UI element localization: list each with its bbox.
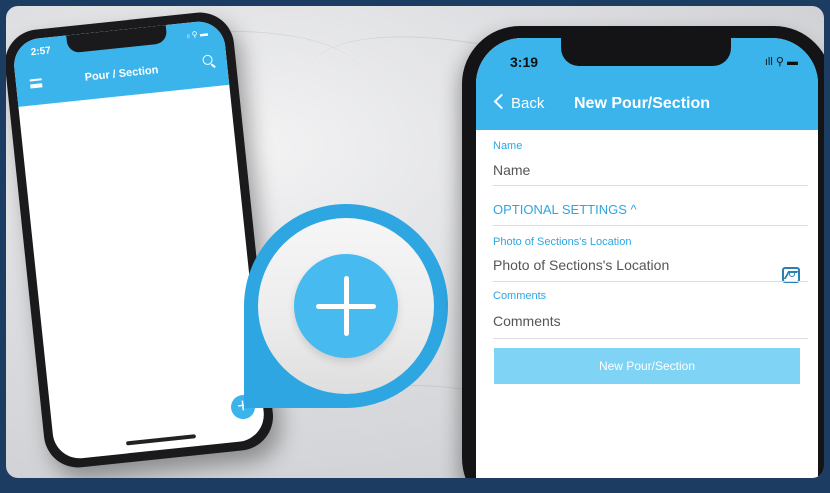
home-indicator bbox=[125, 434, 197, 446]
page-title: Pour / Section bbox=[84, 64, 159, 84]
name-field[interactable]: Name Name bbox=[493, 140, 808, 178]
page-title: New Pour/Section bbox=[574, 95, 711, 112]
status-time: 2:57 bbox=[30, 45, 52, 59]
right-phone: 3:19 ıll ⚲ ▬ Back New Pour/Section Name … bbox=[462, 26, 824, 478]
optional-settings-toggle[interactable]: OPTIONAL SETTINGS ^ bbox=[493, 202, 637, 217]
search-icon[interactable] bbox=[202, 54, 214, 66]
back-label: Back bbox=[511, 95, 545, 112]
new-pour-section-button[interactable]: New Pour/Section bbox=[494, 348, 800, 384]
comments-label: Comments bbox=[493, 290, 547, 302]
photo-label: Photo of Sections's Location bbox=[493, 236, 632, 248]
zoom-callout bbox=[244, 204, 448, 408]
divider bbox=[493, 225, 808, 226]
name-input[interactable]: Name bbox=[493, 162, 808, 178]
status-icons: ᵢₗ ⚲ ▬ bbox=[186, 28, 209, 40]
divider bbox=[493, 338, 808, 339]
status-time: 3:19 bbox=[510, 54, 539, 70]
left-phone: 2:57 ᵢₗ ⚲ ▬ Pour / Section + bbox=[6, 9, 277, 471]
divider bbox=[493, 185, 808, 186]
comments-field[interactable]: Comments Comments bbox=[493, 290, 808, 329]
name-label: Name bbox=[493, 140, 523, 152]
plus-icon bbox=[294, 254, 398, 358]
photo-field[interactable]: Photo of Sections's Location Photo of Se… bbox=[493, 236, 808, 273]
background-frame: 2:57 ᵢₗ ⚲ ▬ Pour / Section + 3:19 ıll ⚲ … bbox=[0, 0, 830, 493]
marble-backdrop: 2:57 ᵢₗ ⚲ ▬ Pour / Section + 3:19 ıll ⚲ … bbox=[6, 6, 824, 478]
right-phone-screen: 3:19 ıll ⚲ ▬ Back New Pour/Section Name … bbox=[476, 38, 818, 478]
status-icons: ıll ⚲ ▬ bbox=[764, 56, 798, 68]
back-button[interactable]: Back bbox=[493, 93, 545, 112]
comments-input[interactable]: Comments bbox=[493, 313, 808, 329]
chevron-left-icon bbox=[493, 93, 510, 110]
photo-input[interactable]: Photo of Sections's Location bbox=[493, 257, 808, 273]
left-phone-screen: 2:57 ᵢₗ ⚲ ▬ Pour / Section + bbox=[11, 19, 267, 461]
phone-notch bbox=[561, 38, 731, 66]
divider bbox=[493, 281, 808, 282]
